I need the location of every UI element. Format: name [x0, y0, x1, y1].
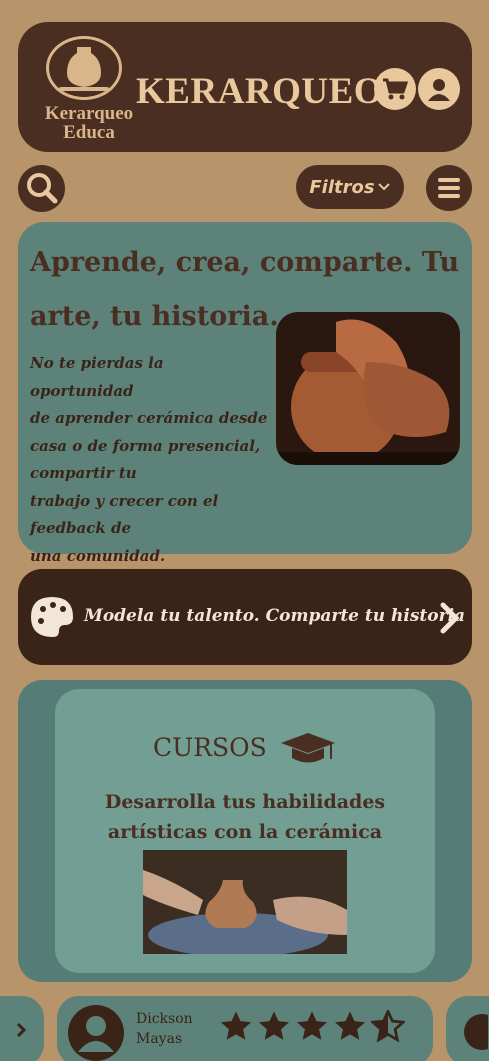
avatar-icon: [464, 1014, 488, 1050]
brand-title: KERARQUEO: [136, 71, 384, 112]
chevron-right-icon: [16, 1022, 26, 1038]
star-icon: [220, 1011, 252, 1040]
search-icon: [27, 173, 58, 204]
banner-text: Modela tu talento. Comparte tu historia: [84, 606, 466, 626]
header: Kerarqueo Educa KERARQUEO: [18, 22, 472, 152]
chevron-down-icon: [377, 183, 390, 191]
courses-title: CURSOS: [153, 733, 267, 762]
courses-card[interactable]: CURSOS Desarrolla tus habilidades artíst…: [55, 689, 435, 973]
graduation-cap-icon: [281, 733, 335, 763]
user-icon[interactable]: [418, 68, 460, 110]
review-card-previous[interactable]: [0, 996, 44, 1061]
cart-icon[interactable]: [374, 68, 416, 110]
reviews-carousel: Dickson Mayas: [0, 996, 489, 1061]
hamburger-menu-icon: [438, 178, 460, 198]
half-star-icon: [371, 1010, 405, 1042]
hero-section: Aprende, crea, comparte. Tu arte, tu his…: [18, 222, 472, 565]
courses-subtitle: Desarrolla tus habilidades artísticas co…: [104, 791, 386, 843]
filters-label: Filtros: [309, 176, 375, 198]
toolbar: Filtros: [0, 160, 489, 216]
search-button[interactable]: [18, 165, 65, 212]
chevron-right-icon[interactable]: [438, 601, 462, 635]
star-icon: [258, 1011, 290, 1040]
avatar-icon: [68, 1005, 124, 1061]
pottery-hands-image: [276, 312, 460, 465]
star-icon: [334, 1011, 366, 1040]
reviewer-name: Dickson Mayas: [136, 1011, 193, 1047]
talent-banner[interactable]: Modela tu talento. Comparte tu historia: [18, 569, 472, 665]
pottery-logo-icon: [46, 36, 122, 100]
hero-description: No te pierdas la oportunidad de aprender…: [30, 354, 268, 565]
pottery-wheel-image: [143, 850, 347, 954]
menu-button[interactable]: [426, 165, 472, 211]
review-card-next[interactable]: [446, 996, 489, 1061]
courses-section: CURSOS Desarrolla tus habilidades artíst…: [18, 680, 472, 982]
star-icon: [296, 1011, 328, 1040]
filters-button[interactable]: Filtros: [296, 165, 404, 209]
star-rating: [219, 1010, 405, 1042]
review-card[interactable]: Dickson Mayas: [57, 996, 433, 1061]
palette-icon: [31, 597, 73, 637]
